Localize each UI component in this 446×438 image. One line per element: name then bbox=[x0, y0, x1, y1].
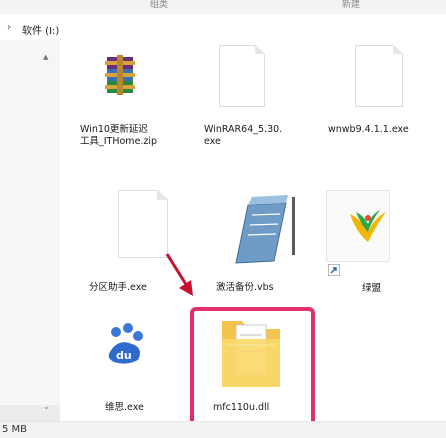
navigation-pane bbox=[0, 40, 60, 435]
file-name: 绿盟 bbox=[362, 283, 382, 294]
file-name: 激活备份.vbs bbox=[216, 282, 274, 293]
status-size: 5 MB bbox=[2, 424, 28, 435]
file-item-lvmeng[interactable]: 绿盟 bbox=[320, 190, 430, 300]
lvmeng-app-icon bbox=[350, 210, 386, 242]
generic-document-icon bbox=[355, 45, 403, 107]
vbs-script-icon bbox=[235, 195, 295, 264]
file-item-mfc110u[interactable]: mfc110u.dll bbox=[196, 312, 308, 422]
chevron-down-icon[interactable]: ⌄ bbox=[43, 402, 50, 411]
breadcrumb: › 软件 (I:) bbox=[0, 14, 446, 40]
column-header-group[interactable]: 组类 bbox=[150, 0, 168, 10]
file-name: WinRAR64_5.30. bbox=[204, 124, 283, 135]
file-item-win10-zip[interactable]: Win10更新延迟 工具_ITHome.zip bbox=[80, 55, 175, 165]
file-item-weisi[interactable]: du 维思.exe bbox=[80, 320, 180, 420]
file-name: mfc110u.dll bbox=[213, 402, 270, 413]
chevron-right-icon[interactable]: › bbox=[7, 22, 11, 33]
red-arrow-icon bbox=[165, 253, 193, 296]
generic-document-icon bbox=[219, 45, 265, 107]
scroll-up-icon[interactable]: ▲ bbox=[43, 53, 48, 61]
svg-text:du: du bbox=[116, 349, 132, 362]
file-name-line2: exe bbox=[204, 136, 221, 147]
column-header-bar: 组类 新建 bbox=[0, 0, 446, 15]
generic-document-icon bbox=[118, 190, 168, 258]
file-name: 分区助手.exe bbox=[89, 282, 147, 293]
winrar-archive-icon bbox=[105, 55, 135, 95]
file-item-wnwb[interactable]: wnwb9.4.1.1.exe bbox=[325, 45, 440, 165]
file-item-activation-vbs[interactable]: 激活备份.vbs bbox=[200, 185, 310, 300]
file-name-line2: 工具_ITHome.zip bbox=[80, 136, 158, 147]
folder-icon bbox=[222, 321, 280, 387]
file-name: 维思.exe bbox=[105, 402, 144, 413]
paw-app-icon: du bbox=[108, 323, 143, 364]
file-name: Win10更新延迟 bbox=[80, 124, 148, 135]
drive-label[interactable]: 软件 (I:) bbox=[22, 22, 59, 37]
column-header-new[interactable]: 新建 bbox=[342, 0, 360, 10]
file-item-winrar64[interactable]: WinRAR64_5.30. exe bbox=[195, 45, 290, 165]
status-bar: 5 MB bbox=[0, 421, 446, 438]
file-name: wnwb9.4.1.1.exe bbox=[328, 124, 409, 135]
shortcut-arrow-icon bbox=[328, 264, 340, 276]
